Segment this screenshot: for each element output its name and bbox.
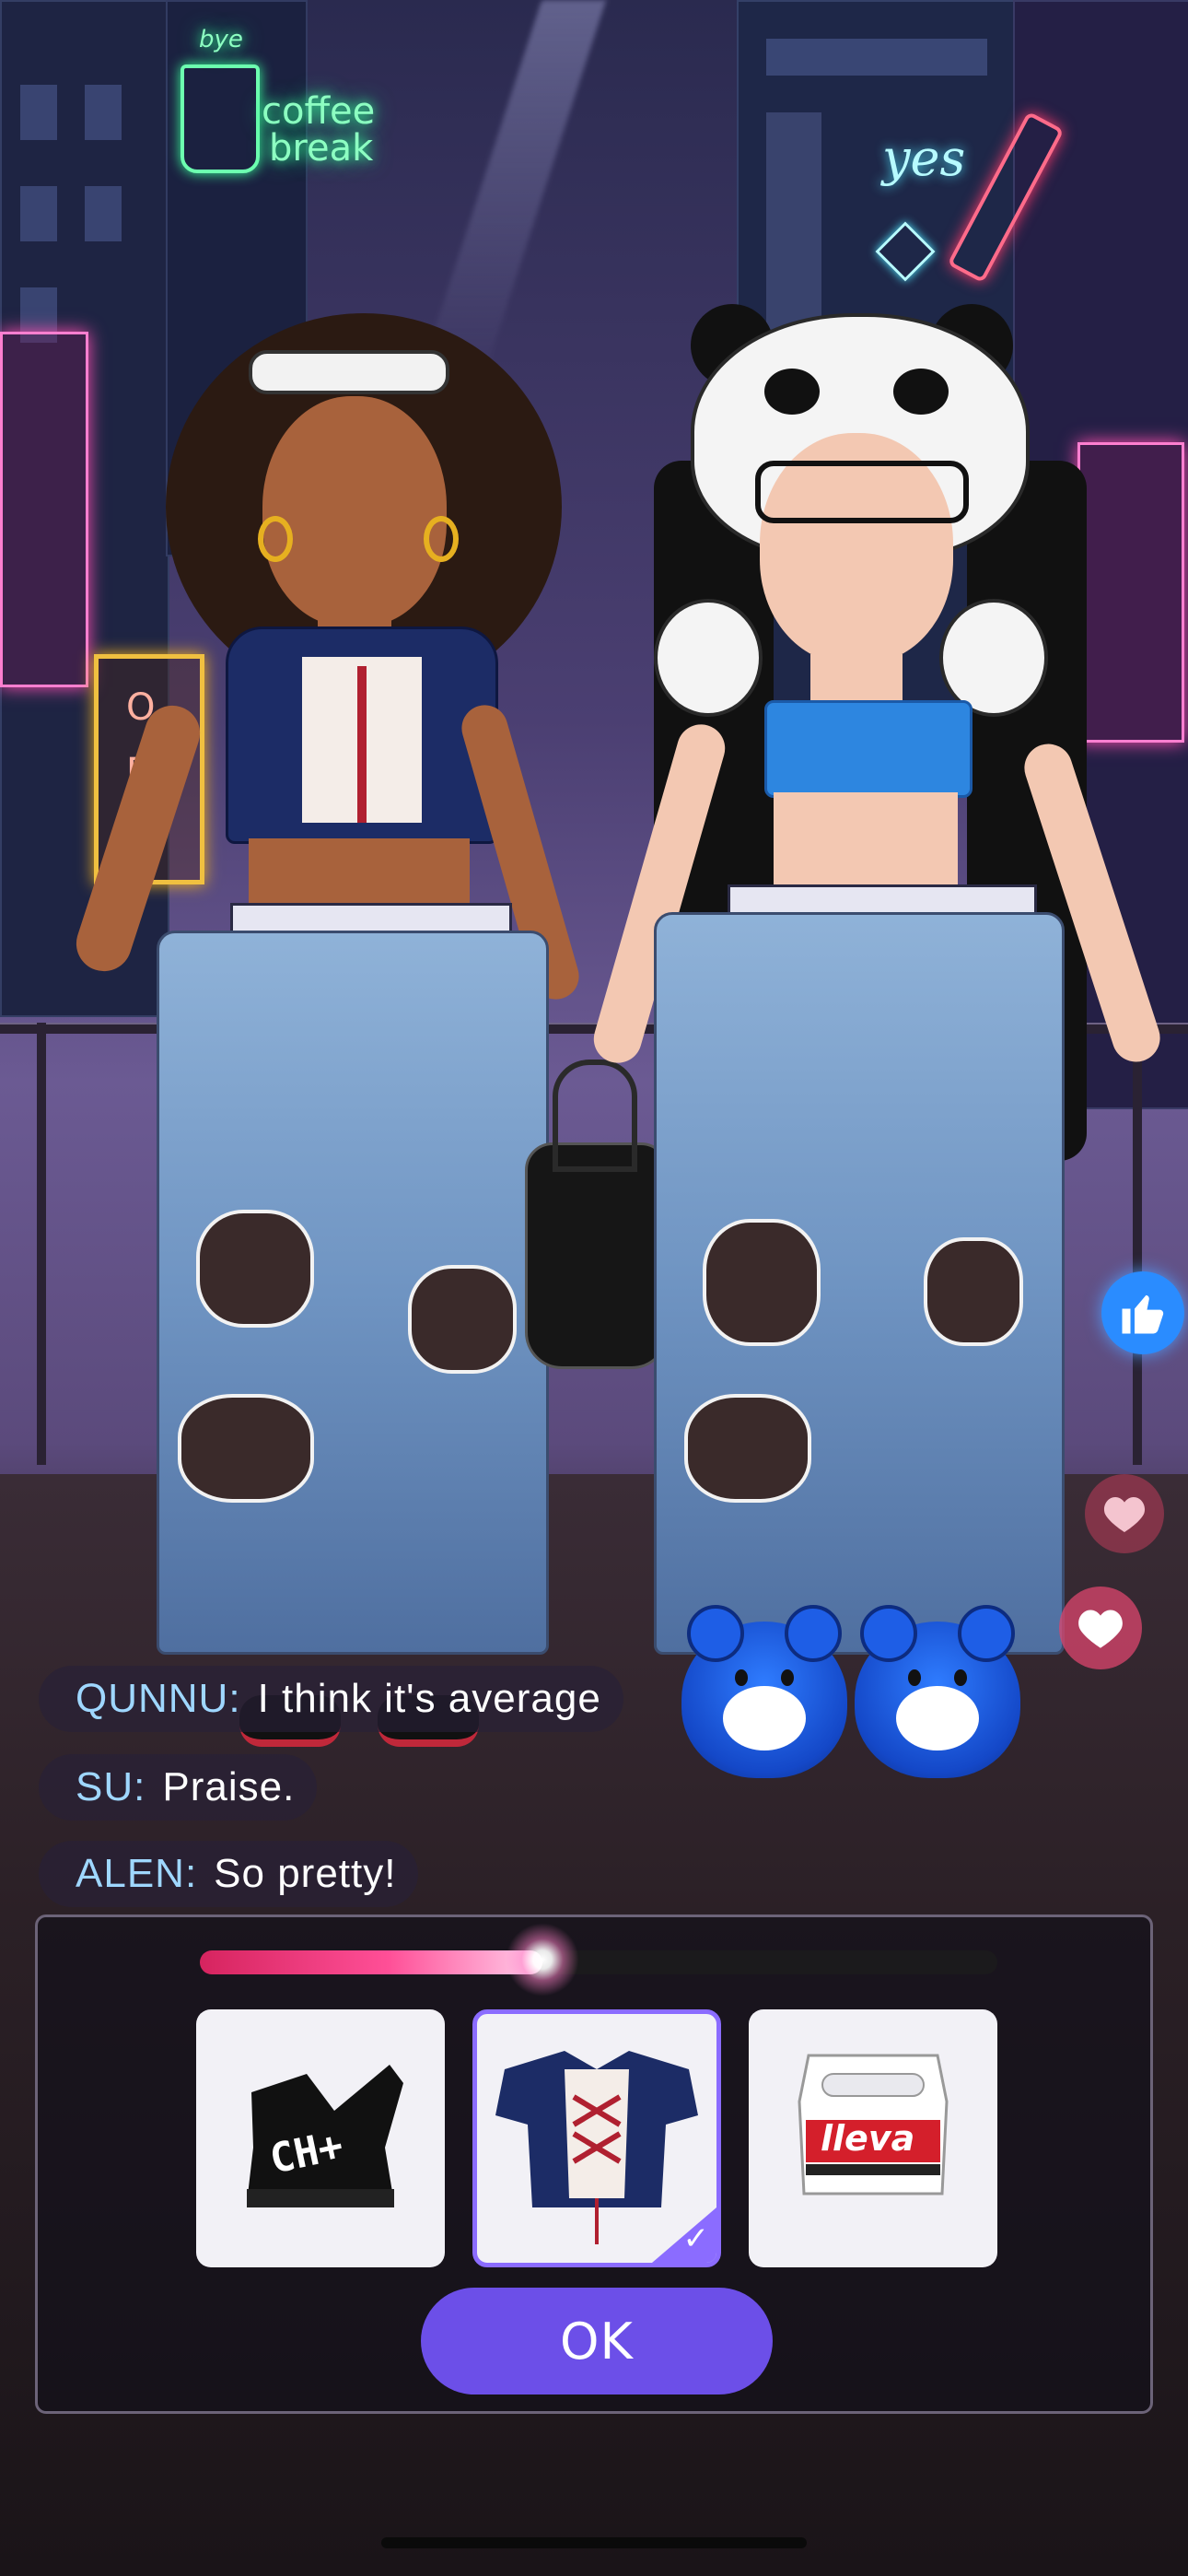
comment-text: Praise. (162, 1764, 296, 1809)
thumbs-up-icon (1122, 1294, 1164, 1334)
chat-comment: ALEN: So pretty! (39, 1841, 419, 1907)
like-button[interactable] (1101, 1271, 1184, 1354)
vote-progress-fill (200, 1950, 543, 1974)
panda-paw (654, 599, 763, 717)
game-scene: bye coffee break yes O E N (0, 0, 1188, 2576)
check-icon: ✓ (682, 2220, 710, 2257)
heart-reaction[interactable] (1059, 1587, 1142, 1669)
character-right (588, 295, 1167, 1787)
ripped-jeans (654, 912, 1065, 1655)
vote-progress-bar (200, 1923, 997, 1996)
top-print-text: lleva (821, 2118, 915, 2159)
neon-billboard (0, 332, 88, 687)
earring (258, 516, 293, 562)
neon-sign-yes: yes (882, 129, 966, 187)
blue-tube-top (764, 700, 973, 798)
sparkle-icon (506, 1923, 580, 1996)
bag-handle (553, 1060, 637, 1172)
heart-icon (1103, 1497, 1146, 1532)
comment-text: So pretty! (214, 1851, 397, 1896)
bear-slipper (681, 1605, 847, 1778)
coffee-cup-icon (181, 64, 260, 173)
panda-paw (939, 599, 1048, 717)
earring (424, 516, 459, 562)
outfit-option-navy-lace-up-top[interactable]: ✓ (472, 2009, 721, 2267)
neon-sign-break: break (269, 127, 374, 170)
chat-comment: QUNNU: I think it's average (39, 1666, 623, 1732)
glasses (755, 461, 969, 523)
comment-user: ALEN: (76, 1851, 198, 1896)
neon-sign-bye: bye (199, 26, 243, 53)
character-left (69, 313, 589, 1769)
navy-lace-up-top (226, 626, 498, 844)
ok-button[interactable]: OK (421, 2288, 773, 2395)
heart-reaction[interactable] (1085, 1474, 1164, 1553)
ripped-jeans (157, 931, 549, 1655)
comment-user: SU: (76, 1764, 146, 1809)
sunglasses (249, 350, 449, 394)
outfit-option-white-graphic-top[interactable]: lleva (749, 2009, 997, 2267)
bear-slipper (855, 1605, 1020, 1778)
railing-post (37, 1023, 46, 1465)
comment-user: QUNNU: (76, 1676, 241, 1721)
heart-icon (1078, 1610, 1123, 1648)
panda-eye-patch (764, 369, 820, 415)
comment-text: I think it's average (257, 1676, 601, 1721)
home-indicator[interactable] (381, 2537, 807, 2548)
chat-comment: SU: Praise. (39, 1754, 318, 1821)
outfit-choice-panel: CH+ ✓ lleva OK (35, 1914, 1153, 2414)
outfit-option-black-sports-top[interactable]: CH+ (196, 2009, 445, 2267)
panda-eye-patch (893, 369, 949, 415)
face (262, 396, 447, 626)
